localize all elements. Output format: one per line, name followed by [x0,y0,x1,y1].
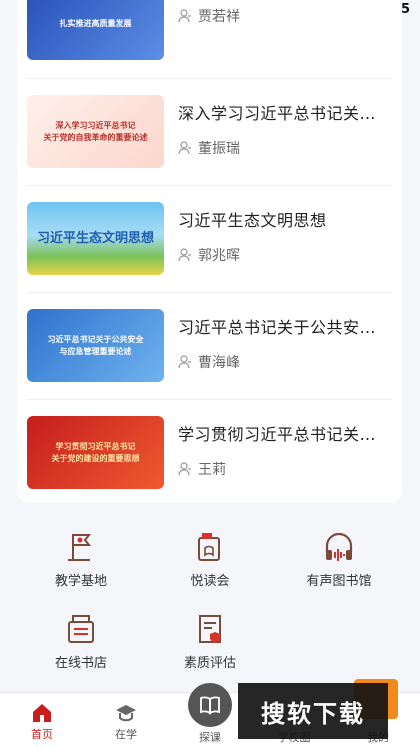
assessment-icon [199,615,221,643]
thumbnail-text: 深入学习习近平总书记 [55,120,136,130]
headphones-icon [325,532,353,561]
author-name: 曹海峰 [198,355,240,371]
course-title: 深入学习习近平总书记关于… [178,104,388,123]
func-label: 在线书店 [54,656,107,671]
func-audio-library[interactable]: 有声图书馆 [284,530,394,589]
home-icon [33,704,51,722]
course-thumbnail: 扎实推进高质量发展 [27,0,164,60]
course-thumbnail: 习近平总书记关于公共安全 与应急管理重要论述 [27,309,164,382]
func-teaching-base[interactable]: 教学基地 [26,530,136,589]
watermark-overlay: 搜软下载 [238,683,388,739]
author-name: 郭兆晖 [198,248,240,264]
course-item[interactable]: 深入学习习近平总书记 关于党的自我革命的重要论述 深入学习习近平总书记关于… 董… [27,78,392,185]
course-author: 董振瑞 [178,138,388,158]
func-label: 教学基地 [54,574,107,589]
nav-studying[interactable]: 在学 [96,703,156,742]
thumbnail-text: 习近平生态文明思想 [36,230,154,246]
thumbnail-text: 与应急管理重要论述 [59,346,132,356]
course-item[interactable]: 扎实推进高质量发展 贾若祥 [27,0,392,77]
author-name: 王莉 [198,462,226,478]
book-icon [200,696,220,715]
course-title: 习近平生态文明思想 [178,211,327,230]
func-online-bookstore[interactable]: 在线书店 [26,612,136,671]
func-quality-assessment[interactable]: 素质评估 [155,612,265,671]
thumbnail-text: 关于党的自我革命的重要论述 [43,132,148,142]
nav-label: 探课 [199,731,221,744]
person-icon [178,9,191,23]
course-item[interactable]: 习近平生态文明思想 习近平生态文明思想 郭兆晖 [27,185,392,292]
course-title: 习近平总书记关于公共安全… [178,318,388,337]
thumbnail-text: 习近平总书记关于公共安全 [47,334,144,344]
course-item[interactable]: 习近平总书记关于公共安全 与应急管理重要论述 习近平总书记关于公共安全… 曹海峰 [27,292,392,399]
thumbnail-text: 学习贯彻习近平总书记 [55,441,136,451]
nav-label: 首页 [31,728,53,741]
explore-center-button[interactable] [188,683,232,727]
thumbnail-text: 关于党的建设的重要思想 [51,453,140,463]
nav-explore[interactable]: 探课 [180,726,240,745]
author-name: 贾若祥 [198,9,240,25]
course-thumbnail: 学习贯彻习近平总书记 关于党的建设的重要思想 [27,416,164,489]
bookstore-icon [68,615,94,643]
course-list-card: 扎实推进高质量发展 贾若祥 深入学习习近平总书记 关于党的自我革命的重要论述 深… [17,0,402,503]
person-icon [178,462,191,476]
author-name: 董振瑞 [198,141,240,157]
person-icon [178,248,191,262]
course-author: 王莉 [178,459,388,479]
course-author: 郭兆晖 [178,245,388,265]
course-author: 贾若祥 [178,6,388,26]
func-reading-club[interactable]: 悦读会 [155,530,265,589]
person-icon [178,355,191,369]
flag-base-icon [68,534,92,561]
course-thumbnail: 习近平生态文明思想 [27,202,164,275]
course-item[interactable]: 学习贯彻习近平总书记 关于党的建设的重要思想 学习贯彻习近平总书记关于… 王莉 [27,399,392,506]
nav-label: 在学 [115,728,137,741]
course-title: 学习贯彻习近平总书记关于… [178,425,388,444]
person-icon [178,141,191,155]
func-label: 素质评估 [183,656,236,671]
func-label: 悦读会 [190,574,230,589]
func-label: 有声图书馆 [306,574,372,589]
course-author: 曹海峰 [178,352,388,372]
graduation-cap-icon [116,705,136,722]
nav-home[interactable]: 首页 [12,703,72,742]
thumbnail-text: 扎实推进高质量发展 [59,18,132,28]
reading-club-icon [198,533,220,561]
course-thumbnail: 深入学习习近平总书记 关于党的自我革命的重要论述 [27,95,164,168]
